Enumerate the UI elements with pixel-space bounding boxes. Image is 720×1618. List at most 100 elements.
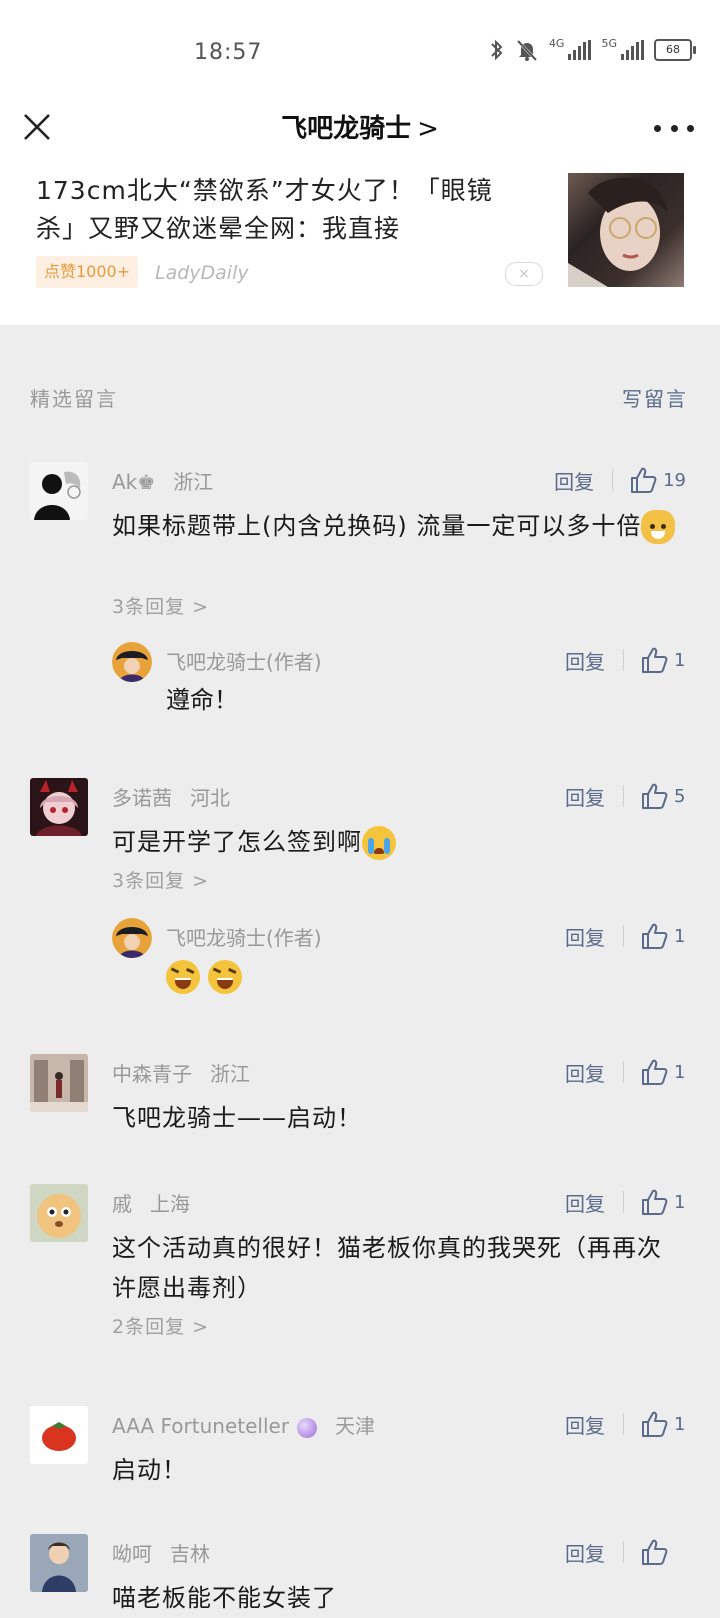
nav-bar: 飞吧龙骑士 > (0, 90, 720, 170)
reply-text (166, 958, 242, 994)
reply-button[interactable]: 回复 (565, 646, 605, 675)
account-title[interactable]: 飞吧龙骑士 > (0, 108, 720, 145)
laughing-tears-emoji-icon (207, 960, 242, 994)
comment-actions: 回复 1 (565, 1054, 686, 1090)
thumbs-up-icon (642, 783, 668, 809)
network-type-label: 4G (548, 37, 565, 50)
account-name: 飞吧龙骑士 (281, 114, 412, 144)
avatar[interactable] (30, 1054, 88, 1112)
avatar[interactable] (30, 1534, 88, 1592)
avatar[interactable] (30, 778, 88, 836)
write-comment-button[interactable]: 写留言 (622, 383, 688, 412)
comment-actions: 回复 5 (565, 778, 686, 814)
like-button[interactable]: 1 (640, 1410, 686, 1438)
like-count: 5 (674, 785, 686, 807)
like-button[interactable]: 1 (640, 1058, 686, 1086)
more-dot-icon (670, 124, 678, 132)
like-count: 1 (674, 1413, 686, 1435)
thumbs-up-icon (642, 1539, 668, 1565)
reply-button[interactable]: 回复 (565, 1410, 605, 1439)
comment-text-content: 可是开学了怎么签到啊 (112, 828, 362, 856)
crying-emoji-icon (362, 826, 396, 860)
thumbs-up-icon (642, 1189, 668, 1215)
commenter-name[interactable]: AAA Fortuneteller (112, 1414, 289, 1438)
article-source: LadyDaily (155, 262, 249, 284)
signal-icon (568, 40, 592, 60)
like-count: 1 (674, 925, 686, 947)
reply-button[interactable]: 回复 (565, 782, 605, 811)
comment-text-content: 如果标题带上(内含兑换码) 流量一定可以多十倍 (112, 512, 642, 540)
reply-text: 遵命！ (166, 686, 238, 714)
comment-text: 可是开学了怎么签到啊 (112, 822, 677, 862)
commenter-location: 浙江 (173, 470, 214, 494)
comment-header: Ak♚ 浙江 (112, 466, 213, 495)
reply-button[interactable]: 回复 (565, 922, 605, 951)
comment-text: 喵老板能不能女装了 (112, 1584, 337, 1612)
like-button[interactable]: 1 (640, 1188, 686, 1216)
more-dot-icon (687, 124, 694, 132)
view-replies-link[interactable]: 3条回复 > (112, 592, 209, 619)
comment-text: 飞吧龙骑士——启动！ (112, 1104, 362, 1132)
bluetooth-icon (491, 39, 503, 61)
avatar[interactable] (30, 1406, 88, 1464)
likes-badge: 点赞1000+ (36, 256, 139, 288)
thumbs-up-icon (642, 1059, 668, 1085)
divider (623, 649, 624, 671)
author-avatar[interactable] (112, 918, 152, 958)
featured-comments-label: 精选留言 (30, 387, 118, 411)
chevron-right-icon: > (417, 114, 439, 144)
comment-header: 中森青子 浙江 (112, 1058, 250, 1087)
commenter-name[interactable]: 呦呵 (112, 1542, 152, 1566)
reply-button[interactable]: 回复 (565, 1538, 605, 1567)
like-button[interactable]: 19 (629, 466, 686, 494)
more-button[interactable] (654, 116, 694, 140)
comment-text: 这个活动真的很好！猫老板你真的我哭死（再再次许愿出毒剂） (112, 1234, 662, 1302)
comment-actions: 回复 1 (565, 1184, 686, 1220)
like-button[interactable]: 1 (640, 922, 686, 950)
dismiss-button[interactable]: × (505, 262, 543, 286)
view-replies-link[interactable]: 3条回复 > (112, 866, 209, 893)
article-thumbnail (568, 173, 684, 287)
author-name[interactable]: 飞吧龙骑士(作者) (166, 922, 322, 951)
like-button[interactable] (640, 1538, 686, 1566)
battery-icon: 68 (654, 39, 696, 61)
commenter-location: 浙江 (210, 1062, 250, 1086)
commenter-name[interactable]: 多诺茜 (112, 786, 172, 810)
divider (623, 785, 624, 807)
author-avatar[interactable] (112, 642, 152, 682)
divider (623, 1541, 624, 1563)
commenter-name[interactable]: 中森青子 (112, 1062, 192, 1086)
author-name[interactable]: 飞吧龙骑士(作者) (166, 646, 322, 675)
commenter-location: 吉林 (170, 1542, 210, 1566)
like-button[interactable]: 5 (640, 782, 686, 810)
commenter-name[interactable]: Ak♚ (112, 470, 155, 494)
recommended-article-title: 173cm北大“禁欲系”才女火了！「眼镜杀」又野又欲迷晕全网：我直接 (36, 176, 493, 243)
avatar[interactable] (30, 1184, 88, 1242)
mute-bell-icon (516, 39, 538, 62)
divider (623, 1061, 624, 1083)
divider (612, 469, 614, 491)
avatar[interactable] (30, 462, 88, 520)
comment-header: 呦呵 吉林 (112, 1538, 210, 1567)
thumbs-up-icon (642, 1411, 668, 1437)
reply-actions: 回复 1 (565, 918, 686, 954)
reply-actions: 回复 1 (565, 642, 686, 678)
status-icons: 4G 5G 68 (489, 37, 696, 62)
comment-actions: 回复 19 (554, 462, 686, 498)
reply-button[interactable]: 回复 (565, 1188, 605, 1217)
thumbs-up-icon (642, 647, 668, 673)
thumbs-up-icon (631, 467, 657, 493)
comment-actions: 回复 1 (565, 1406, 686, 1442)
signal-icon-2 (621, 40, 644, 60)
like-count: 19 (663, 469, 686, 491)
comments-section-header: 精选留言 写留言 (0, 375, 720, 415)
recommended-article[interactable]: 173cm北大“禁欲系”才女火了！「眼镜杀」又野又欲迷晕全网：我直接 点赞100… (0, 170, 720, 325)
reply-button[interactable]: 回复 (565, 1058, 605, 1087)
view-replies-link[interactable]: 2条回复 > (112, 1312, 209, 1339)
network-type-label-2: 5G (601, 37, 617, 50)
thumbs-up-icon (642, 923, 668, 949)
reply-button[interactable]: 回复 (554, 466, 594, 495)
commenter-name[interactable]: 戚 (112, 1192, 132, 1216)
like-button[interactable]: 1 (640, 646, 686, 674)
status-time: 18:57 (194, 40, 263, 65)
